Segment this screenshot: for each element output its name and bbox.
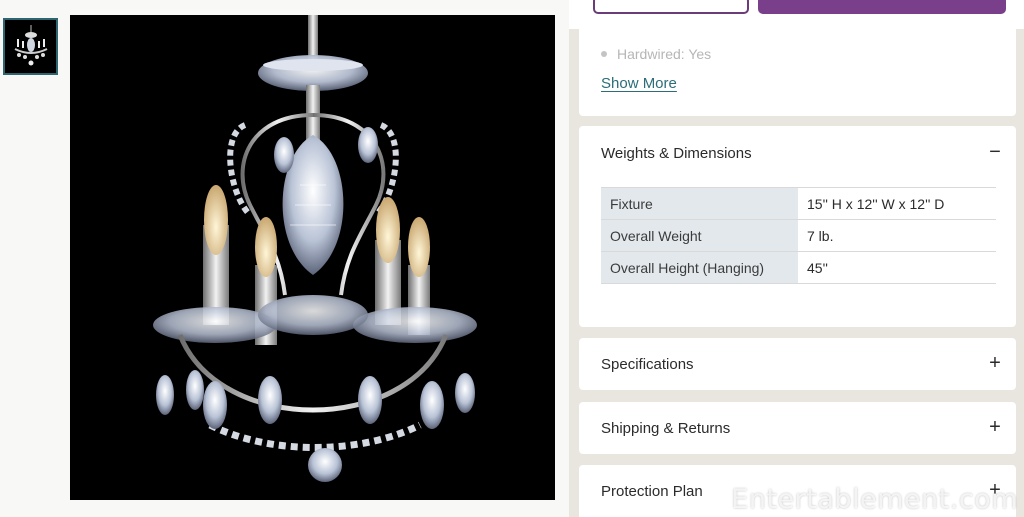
show-more-link[interactable]: Show More	[601, 75, 677, 92]
product-main-image[interactable]	[70, 15, 555, 500]
dimension-value: 7 lb.	[798, 219, 996, 252]
product-details-panel: Hardwired: Yes Show More Weights & Dimen…	[569, 0, 1024, 517]
bullet-icon	[601, 51, 607, 57]
weights-dimensions-section: Weights & Dimensions − Fixture 15'' H x …	[579, 126, 1016, 327]
plus-icon[interactable]: +	[986, 417, 1004, 437]
product-gallery	[0, 0, 569, 517]
add-to-cart-button[interactable]	[758, 0, 1006, 14]
table-row: Overall Height (Hanging) 45''	[601, 251, 996, 284]
feature-item: Hardwired: Yes	[601, 46, 711, 62]
chandelier-image	[153, 15, 477, 482]
watermark: Entertablement.com	[731, 484, 1018, 515]
section-title: Shipping & Returns	[601, 419, 731, 437]
section-title: Specifications	[601, 355, 694, 373]
section-title: Protection Plan	[601, 482, 703, 500]
dimension-label: Overall Weight	[601, 219, 798, 252]
table-row: Fixture 15'' H x 12'' W x 12'' D	[601, 187, 996, 220]
dimension-label: Fixture	[601, 187, 798, 220]
minus-icon[interactable]: −	[986, 142, 1004, 162]
dimension-value: 45''	[798, 251, 996, 284]
feature-text: Hardwired: Yes	[617, 46, 712, 62]
shipping-returns-section[interactable]: Shipping & Returns +	[579, 402, 1016, 454]
dimension-value: 15'' H x 12'' W x 12'' D	[798, 187, 996, 220]
section-title[interactable]: Weights & Dimensions	[601, 126, 752, 180]
secondary-action-button[interactable]	[593, 0, 749, 14]
features-card: Hardwired: Yes Show More	[579, 29, 1016, 116]
purchase-actions	[569, 0, 1024, 29]
specifications-section[interactable]: Specifications +	[579, 338, 1016, 390]
dimension-label: Overall Height (Hanging)	[601, 251, 798, 284]
gallery-thumbnail[interactable]	[3, 18, 58, 75]
dimensions-table: Fixture 15'' H x 12'' W x 12'' D Overall…	[601, 187, 996, 284]
chandelier-thumbnail-image	[14, 24, 47, 65]
table-row: Overall Weight 7 lb.	[601, 219, 996, 252]
plus-icon[interactable]: +	[986, 353, 1004, 373]
